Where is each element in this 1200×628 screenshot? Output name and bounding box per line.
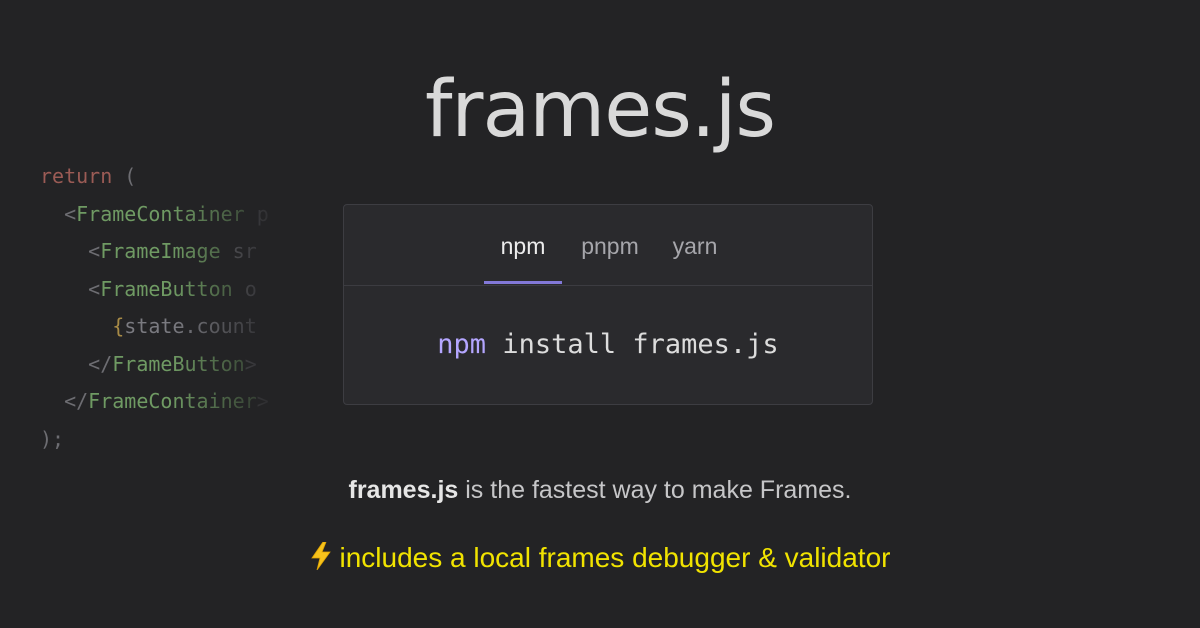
tagline-text: is the fastest way to make Frames.	[458, 476, 852, 504]
code-token: (	[112, 164, 137, 188]
feature-text: includes a local frames debugger & valid…	[339, 542, 891, 573]
code-line: {state.count	[40, 308, 280, 346]
code-token: FrameImage	[100, 239, 221, 263]
code-line: </FrameContainer>	[40, 383, 280, 421]
code-line: <FrameContainer p	[40, 196, 280, 234]
install-command-manager: npm	[437, 329, 487, 360]
code-token: p	[244, 201, 269, 226]
code-line: <FrameButton o	[40, 271, 280, 309]
page-title: frames.js	[424, 65, 776, 155]
code-line: </FrameButton>	[40, 346, 280, 384]
code-token: >	[256, 389, 269, 413]
active-tab-indicator	[484, 281, 562, 284]
code-token: sr	[220, 239, 257, 263]
code-token: <	[40, 201, 77, 226]
code-snippet-background: return ( <FrameContainer p <FrameImage s…	[40, 158, 280, 458]
code-token: o	[232, 276, 257, 301]
code-token: </	[40, 351, 113, 376]
code-token: >	[244, 351, 257, 376]
code-token: </	[40, 389, 89, 413]
tab-yarn[interactable]: yarn	[662, 205, 728, 284]
install-command-args: install frames.js	[486, 329, 779, 360]
code-token: <	[40, 239, 101, 263]
code-token: return	[40, 164, 113, 188]
code-line: <FrameImage sr	[40, 233, 280, 271]
code-token: state.count	[124, 314, 257, 338]
code-token: FrameButton	[100, 276, 233, 301]
tab-npm[interactable]: npm	[484, 205, 562, 284]
code-token: <	[40, 276, 101, 301]
code-token: FrameContainer	[76, 201, 245, 226]
tagline: frames.js is the fastest way to make Fra…	[0, 474, 1200, 506]
code-token: {	[112, 314, 125, 338]
lightning-bolt-icon	[310, 541, 332, 579]
install-command[interactable]: npm install frames.js	[344, 285, 872, 405]
tagline-brand: frames.js	[348, 476, 459, 504]
code-line: return (	[40, 158, 280, 196]
code-token: );	[40, 426, 65, 451]
package-manager-tabs: npm pnpm yarn	[344, 205, 872, 286]
code-line: );	[40, 421, 280, 459]
code-token: FrameContainer	[88, 389, 257, 413]
feature-line: includes a local frames debugger & valid…	[0, 540, 1200, 579]
code-token: FrameButton	[112, 351, 245, 376]
install-command-panel: npm pnpm yarn npm install frames.js	[343, 204, 873, 405]
tab-pnpm[interactable]: pnpm	[572, 205, 648, 284]
